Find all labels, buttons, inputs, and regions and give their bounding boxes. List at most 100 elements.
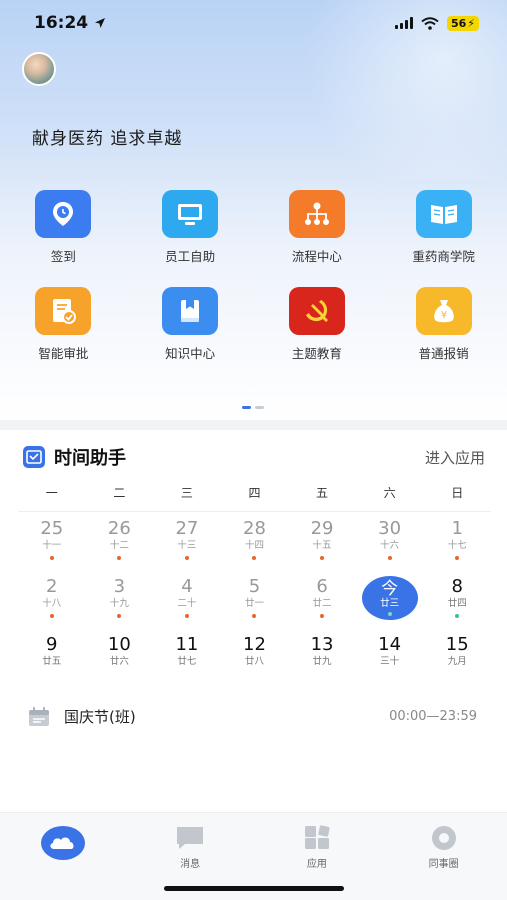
calendar-day[interactable]: 4 二十	[153, 576, 221, 628]
weekday-label: 五	[288, 484, 356, 512]
page-indicator	[242, 406, 264, 409]
battery-level: 56	[450, 16, 467, 30]
day-number: 11	[175, 634, 199, 655]
calendar-day[interactable]: 14 三十	[356, 634, 424, 686]
event-dot	[455, 614, 460, 618]
book-stack-icon	[162, 287, 219, 335]
day-number: 13	[310, 634, 334, 655]
calendar-day-today[interactable]: 今廿三	[361, 576, 418, 620]
calendar-day[interactable]: 27 十三	[153, 518, 221, 570]
calendar-day[interactable]: 28 十四	[221, 518, 289, 570]
calendar-day[interactable]: 10 廿六	[86, 634, 154, 686]
calendar-day[interactable]: 3 十九	[86, 576, 154, 628]
day-number: 26	[107, 518, 131, 539]
document-check-icon	[35, 287, 92, 335]
lunar-date: 廿一	[244, 598, 264, 609]
event-dot	[387, 556, 392, 560]
colleague-circle-icon	[431, 826, 456, 850]
lunar-date: 廿九	[312, 656, 332, 667]
lunar-date: 十七	[447, 540, 467, 551]
weekday-label: 一	[18, 484, 86, 512]
apps-grid-icon	[304, 825, 330, 849]
day-number: 15	[445, 634, 469, 655]
event-dot	[320, 556, 325, 560]
lunar-date: 廿五	[42, 656, 62, 667]
book-icon	[415, 190, 472, 238]
app-knowledge-center[interactable]: 知识中心	[127, 287, 254, 362]
app-label: 智能审批	[38, 346, 89, 361]
avatar[interactable]	[22, 52, 56, 86]
event-dot	[117, 614, 122, 618]
calendar-day[interactable]: 2 十八	[18, 576, 86, 628]
day-number: 28	[243, 518, 266, 539]
app-label: 普通报销	[418, 346, 469, 361]
weekday-label: 三	[153, 484, 221, 512]
enter-app-link[interactable]: 进入应用	[425, 447, 485, 468]
tab-home[interactable]	[0, 813, 127, 900]
calendar-day[interactable]: 11 廿七	[153, 634, 221, 686]
day-number: 9	[46, 634, 58, 655]
calendar-day[interactable]: 6 廿二	[288, 576, 356, 628]
clock-text: 16:24	[34, 13, 89, 33]
day-number: 1	[451, 518, 463, 539]
tab-label: 同事圈	[428, 859, 459, 870]
status-bar: 16:24 56 ⚡	[0, 0, 507, 46]
slogan: 献身医药 追求卓越	[32, 129, 183, 149]
day-number: 29	[310, 518, 334, 539]
card-header: 时间助手 进入应用	[22, 444, 485, 470]
app-label: 流程中心	[291, 249, 342, 264]
event-dot	[184, 556, 189, 560]
event-dot	[184, 614, 189, 618]
lunar-date: 十六	[380, 540, 400, 551]
calendar-day[interactable]: 29 十五	[288, 518, 356, 570]
lunar-date: 十四	[244, 540, 264, 551]
app-label: 主题教育	[291, 346, 342, 361]
event-dot	[455, 556, 460, 560]
tab-label: 消息	[180, 859, 201, 870]
weekday-label: 四	[220, 484, 289, 512]
event-dot	[387, 612, 392, 616]
calendar-day[interactable]: 30 十六	[356, 518, 424, 570]
page-dot-active	[242, 406, 251, 409]
day-number: 12	[243, 634, 266, 655]
tab-colleagues[interactable]: 同事圈	[380, 813, 507, 900]
calendar-grid: 25 十一 26 十二 27 十三 28 十四 29 十五 30 十六 1 十七 2 十八 3 十九 4 二十 5 廿一 6…	[18, 518, 491, 686]
day-number: 4	[181, 576, 193, 597]
app-theme-education[interactable]: 主题教育	[254, 287, 381, 362]
calendar-check-icon	[23, 446, 45, 468]
event-dot	[49, 556, 54, 560]
card-title: 时间助手	[54, 448, 126, 469]
day-number: 2	[46, 576, 58, 597]
page-dot	[255, 406, 264, 409]
app-reimbursement[interactable]: ¥ 普通报销	[380, 287, 507, 362]
app-smart-approval[interactable]: 智能审批	[0, 287, 127, 362]
calendar-day[interactable]: 13 廿九	[288, 634, 356, 686]
battery-indicator: 56 ⚡	[446, 15, 479, 31]
status-time: 16:24	[34, 13, 106, 33]
calendar-day[interactable]: 26 十二	[86, 518, 154, 570]
event-row[interactable]: 国庆节(班) 00:00—23:59	[28, 706, 477, 727]
app-checkin[interactable]: 签到	[0, 190, 127, 265]
calendar-day[interactable]: 9 廿五	[18, 634, 86, 686]
app-employee-self-service[interactable]: 员工自助	[127, 190, 254, 265]
home-indicator	[164, 886, 344, 891]
calendar-day[interactable]: 12 廿八	[221, 634, 289, 686]
cloud-home-icon	[41, 826, 86, 860]
today-cell-wrapper: 今廿三	[356, 576, 424, 628]
lunar-date: 十八	[42, 598, 62, 609]
calendar-day[interactable]: 1 十七	[423, 518, 491, 570]
money-bag-icon: ¥	[415, 287, 472, 335]
app-process-center[interactable]: 流程中心	[254, 190, 381, 265]
lunar-date: 廿七	[177, 656, 197, 667]
day-number: 27	[175, 518, 199, 539]
time-assistant-card: 时间助手 进入应用 一 二 三 四 五 六 日 25 十一 26 十二 27 十三 28 十四…	[0, 430, 507, 812]
calendar-day[interactable]: 8 廿四	[423, 576, 491, 628]
calendar-day[interactable]: 5 廿一	[221, 576, 289, 628]
app-business-school[interactable]: 重药商学院	[380, 190, 507, 265]
weekday-label: 六	[355, 484, 424, 512]
lunar-date: 廿三	[380, 598, 400, 609]
day-number: 8	[451, 576, 463, 597]
calendar-day[interactable]: 25 十一	[18, 518, 86, 570]
event-dot	[117, 556, 122, 560]
calendar-day[interactable]: 15 九月	[423, 634, 491, 686]
